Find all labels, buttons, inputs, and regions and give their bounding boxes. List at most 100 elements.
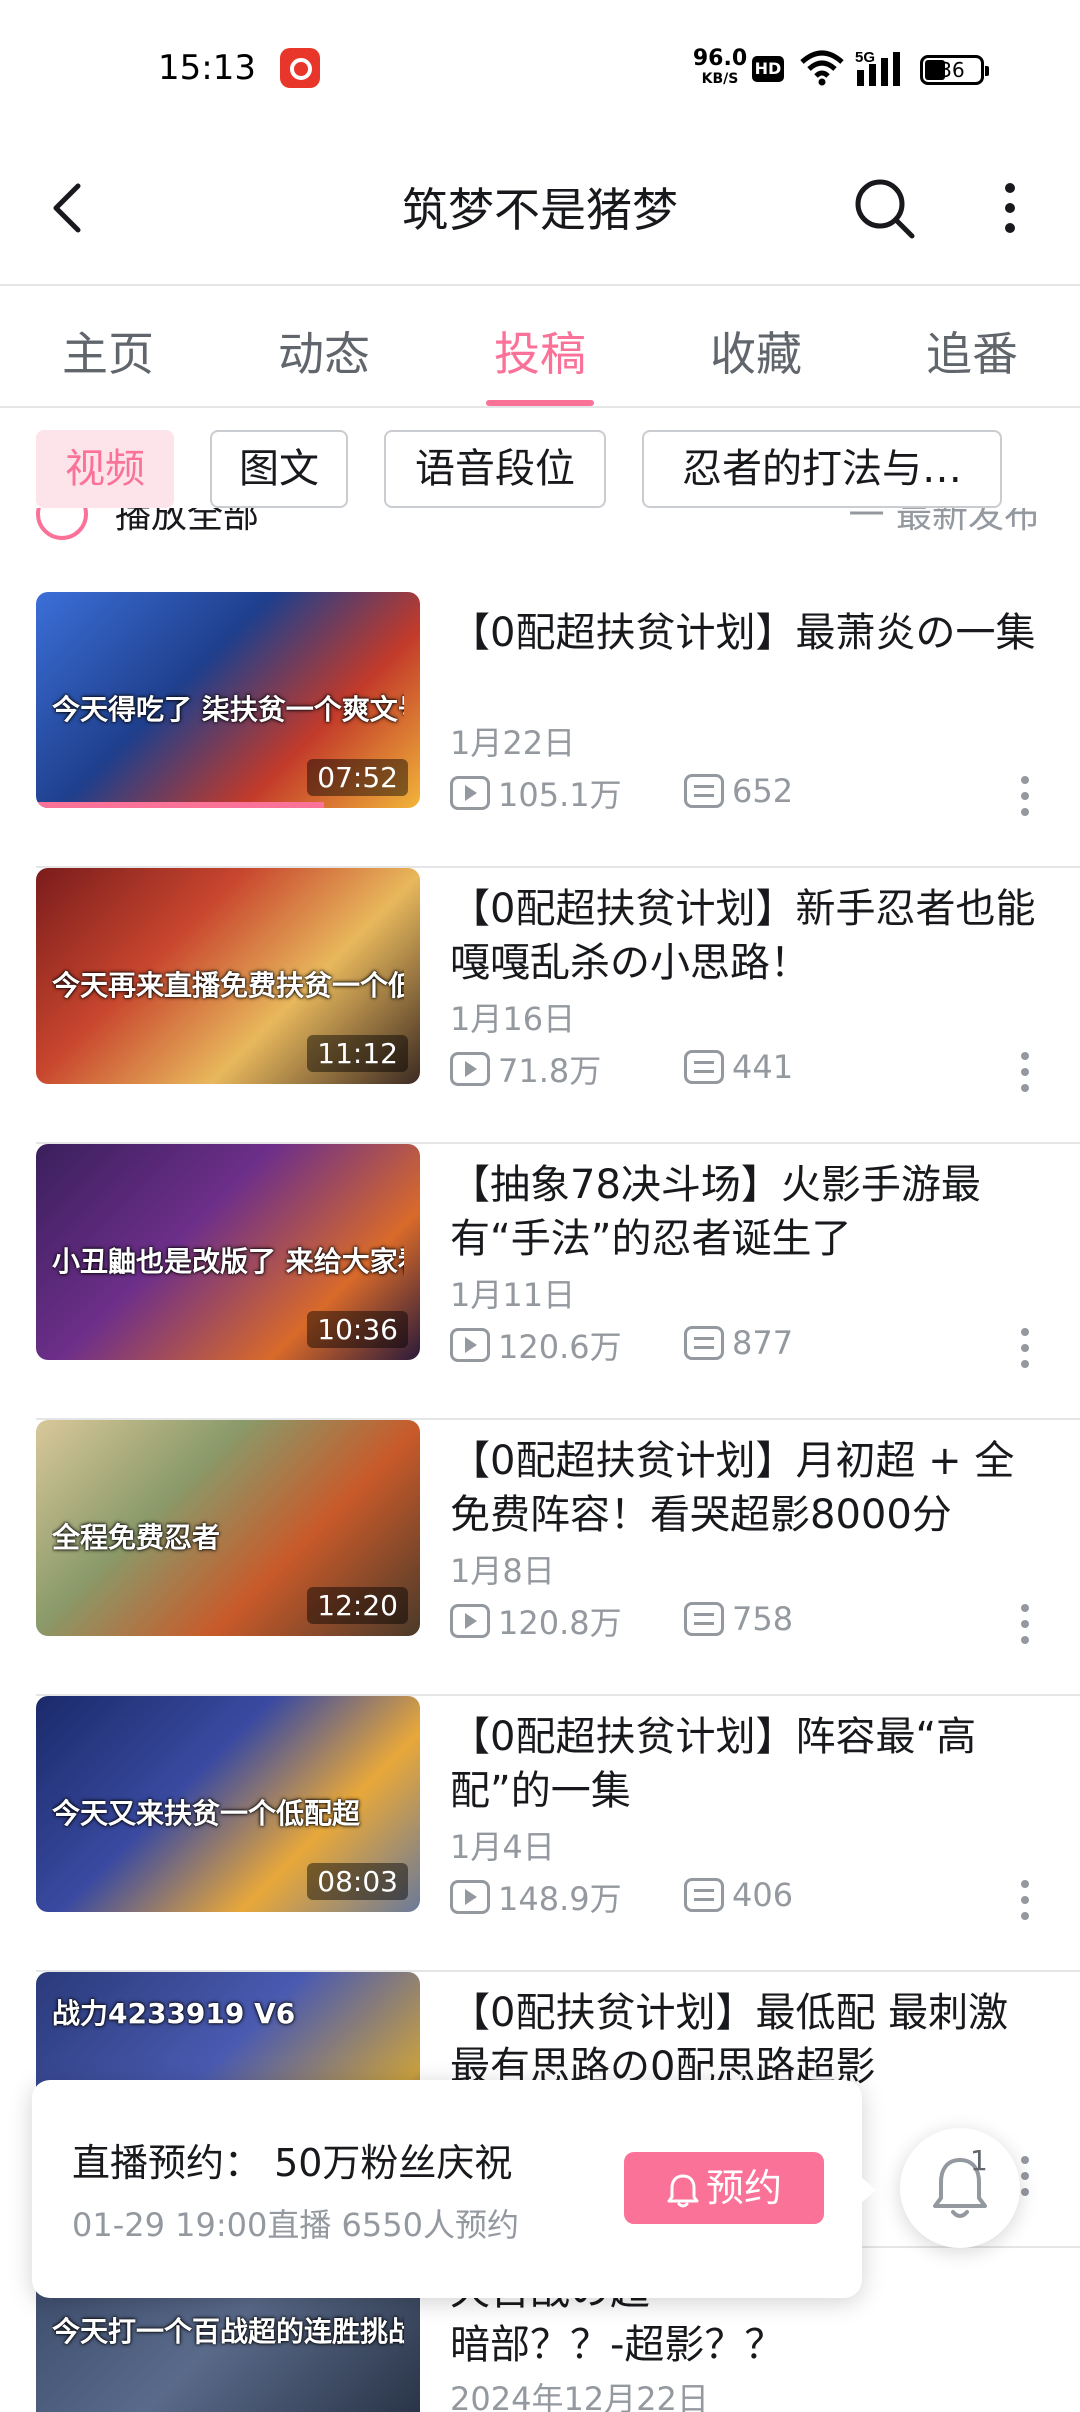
video-list-item[interactable]: 今天再来直播免费扶贫一个低配超影的号 11:12 【0配超扶贫计划】新手忍者也能… <box>0 868 1080 1144</box>
video-title[interactable]: 【0配扶贫计划】最低配 最刺激 最有思路の0配思路超影 <box>450 1986 1050 2094</box>
video-list-item[interactable]: 今天得吃了 柒扶贫一个爽文号 07:52 【0配超扶贫计划】最萧炎の一集 1月2… <box>0 592 1080 868</box>
play-count-icon <box>450 776 490 810</box>
danmaku-count: 758 <box>732 1600 794 1638</box>
thumbnail-caption: 今天又来扶贫一个低配超 <box>52 1797 361 1830</box>
video-thumbnail[interactable]: 小丑鼬也是改版了 来给大家看看这变态的强度 10:36 <box>36 1144 420 1360</box>
video-date: 1月22日 <box>450 724 576 762</box>
filter-chip-video[interactable]: 视频 <box>36 430 174 508</box>
search-icon[interactable] <box>850 174 918 242</box>
profile-tabs: 主页 动态 投稿 收藏 追番 <box>0 288 1080 408</box>
video-duration: 10:36 <box>307 1311 408 1348</box>
filter-chip-ninja-tactics[interactable]: 忍者的打法与… <box>642 430 1002 508</box>
wifi-icon <box>800 50 844 86</box>
item-more-icon[interactable] <box>1010 1048 1040 1098</box>
top-app-bar: 筑梦不是猪梦 <box>0 140 1080 286</box>
play-count-icon <box>450 1880 490 1914</box>
video-list-item[interactable]: 小丑鼬也是改版了 来给大家看看这变态的强度 10:36 【抽象78决斗场】火影手… <box>0 1144 1080 1420</box>
danmaku-count-icon <box>684 774 724 808</box>
tab-favorites[interactable]: 收藏 <box>648 318 864 384</box>
thumbnail-caption: 小丑鼬也是改版了 来给大家看看这变态的强度 <box>52 1245 404 1278</box>
item-more-icon[interactable] <box>1010 1324 1040 1374</box>
bell-count-badge: 1 <box>970 2144 988 2177</box>
item-more-icon[interactable] <box>1010 772 1040 822</box>
video-thumbnail[interactable]: 今天又来扶贫一个低配超 08:03 <box>36 1696 420 1912</box>
video-title[interactable]: 【0配超扶贫计划】新手忍者也能嘎嘎乱杀の小思路！ <box>450 882 1050 990</box>
video-list-item[interactable]: 今天又来扶贫一个低配超 08:03 【0配超扶贫计划】阵容最“高配”的一集 1月… <box>0 1696 1080 1972</box>
danmaku-count-icon <box>684 1326 724 1360</box>
play-count: 148.9万 <box>498 1880 622 1918</box>
cellular-signal-icon: 5G <box>855 49 900 86</box>
video-title[interactable]: 【0配超扶贫计划】月初超 + 全免费阵容！看哭超影8000分 <box>450 1434 1050 1542</box>
hd-badge: HD <box>752 56 784 82</box>
video-title[interactable]: 【0配超扶贫计划】阵容最“高配”的一集 <box>450 1710 1050 1818</box>
play-count: 105.1万 <box>498 776 622 814</box>
network-speed-value: 96.0 <box>692 46 748 71</box>
item-more-icon[interactable] <box>1010 1600 1040 1650</box>
live-reservation-title: 直播预约： 50万粉丝庆祝 <box>72 2141 513 2185</box>
play-count: 71.8万 <box>498 1052 602 1090</box>
tab-bangumi[interactable]: 追番 <box>864 318 1080 384</box>
danmaku-count: 652 <box>732 772 794 810</box>
back-arrow-icon[interactable] <box>40 178 100 238</box>
thumbnail-caption: 战力4233919 V6 <box>52 1997 296 2030</box>
video-thumbnail[interactable]: 今天得吃了 柒扶贫一个爽文号 07:52 <box>36 592 420 808</box>
item-more-icon[interactable] <box>1010 1876 1040 1926</box>
video-duration: 11:12 <box>307 1035 408 1072</box>
video-thumbnail[interactable]: 今天再来直播免费扶贫一个低配超影的号 11:12 <box>36 868 420 1084</box>
danmaku-count: 406 <box>732 1876 794 1914</box>
thumbnail-caption: 今天得吃了 柒扶贫一个爽文号 <box>52 693 404 726</box>
status-bar: 15:13 96.0 KB/S HD 5G 36 <box>0 0 1080 140</box>
danmaku-count: 441 <box>732 1048 794 1086</box>
live-reservation-subtitle: 01-29 19:00直播 6550人预约 <box>72 2206 519 2244</box>
video-date: 1月8日 <box>450 1552 555 1590</box>
danmaku-count: 877 <box>732 1324 794 1362</box>
danmaku-count-icon <box>684 1878 724 1912</box>
video-thumbnail[interactable]: 全程免费忍者 12:20 <box>36 1420 420 1636</box>
reserve-button[interactable]: 预约 <box>624 2152 824 2224</box>
play-count-icon <box>450 1604 490 1638</box>
sort-order-label[interactable]: 一 最新发布 <box>849 508 1040 538</box>
danmaku-count-icon <box>684 1050 724 1084</box>
video-title[interactable]: 暗部？？-超影？？ <box>450 2318 1050 2372</box>
video-date: 1月16日 <box>450 1000 576 1038</box>
netease-music-notification-icon <box>280 48 320 88</box>
active-tab-indicator <box>486 400 594 406</box>
battery-level: 36 <box>939 58 965 82</box>
network-type-label: 5G <box>855 49 875 66</box>
play-count-icon <box>450 1328 490 1362</box>
bell-icon <box>667 2174 699 2207</box>
video-duration: 08:03 <box>307 1863 408 1900</box>
notification-bell-button[interactable]: 1 <box>900 2128 1020 2248</box>
sort-row: 播放全部 一 最新发布 <box>0 508 1080 548</box>
thumbnail-caption: 全程免费忍者 <box>52 1521 221 1554</box>
live-reservation-popup[interactable]: 直播预约： 50万粉丝庆祝 01-29 19:00直播 6550人预约 预约 <box>32 2080 876 2298</box>
video-duration: 12:20 <box>307 1587 408 1624</box>
network-speed: 96.0 KB/S <box>690 46 750 87</box>
thumbnail-caption: 今天再来直播免费扶贫一个低配超影的号 <box>52 969 404 1002</box>
battery-icon: 36 <box>920 55 989 85</box>
video-date: 1月11日 <box>450 1276 576 1314</box>
video-title[interactable]: 【0配超扶贫计划】最萧炎の一集 <box>450 606 1050 660</box>
video-date: 1月4日 <box>450 1828 555 1866</box>
more-options-icon[interactable] <box>990 176 1030 240</box>
network-speed-unit: KB/S <box>701 71 739 87</box>
play-all-icon[interactable] <box>36 508 88 540</box>
tab-uploads[interactable]: 投稿 <box>432 318 648 384</box>
page-title: 筑梦不是猪梦 <box>402 183 678 237</box>
play-all-label[interactable]: 播放全部 <box>115 508 259 538</box>
filter-chip-voice-rank[interactable]: 语音段位 <box>384 430 606 508</box>
watch-progress-bar <box>36 802 324 808</box>
play-count: 120.8万 <box>498 1604 622 1642</box>
play-count: 120.6万 <box>498 1328 622 1366</box>
tab-dynamics[interactable]: 动态 <box>216 318 432 384</box>
danmaku-count-icon <box>684 1602 724 1636</box>
video-duration: 07:52 <box>307 759 408 796</box>
video-title[interactable]: 【抽象78决斗场】火影手游最有“手法”的忍者诞生了 <box>450 1158 1050 1266</box>
thumbnail-caption: 今天打一个百战超的连胜挑战 <box>52 2315 404 2348</box>
video-date: 2024年12月22日 <box>450 2380 709 2412</box>
play-count-icon <box>450 1052 490 1086</box>
tab-home[interactable]: 主页 <box>0 318 216 384</box>
status-time: 15:13 <box>158 48 256 88</box>
filter-chip-article[interactable]: 图文 <box>210 430 348 508</box>
video-list-item[interactable]: 全程免费忍者 12:20 【0配超扶贫计划】月初超 + 全免费阵容！看哭超影80… <box>0 1420 1080 1696</box>
